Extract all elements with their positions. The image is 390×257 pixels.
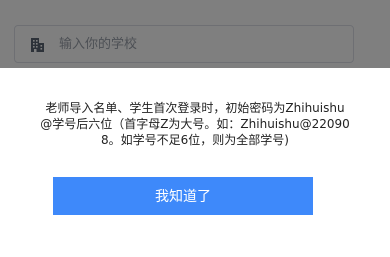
dialog-message: 老师导入名单、学生首次登录时，初始密码为Zhihuishu@学号后六位（首字母Z…	[40, 101, 350, 147]
password-hint-dialog: 老师导入名单、学生首次登录时，初始密码为Zhihuishu@学号后六位（首字母Z…	[0, 68, 390, 257]
confirm-button[interactable]: 我知道了	[53, 177, 313, 215]
